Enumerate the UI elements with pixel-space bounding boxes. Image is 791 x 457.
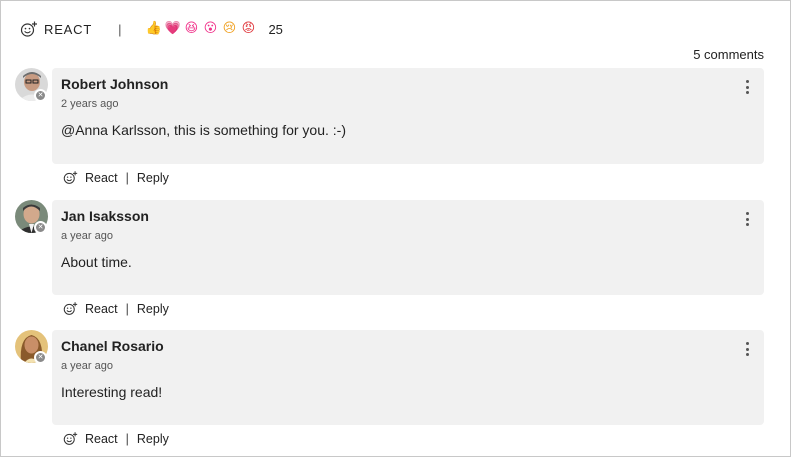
divider: | (125, 301, 129, 316)
status-badge: ✕ (34, 351, 47, 364)
reply-link[interactable]: Reply (137, 432, 169, 446)
reaction-bar: REACT | 👍 💗 😆 😮 😢 😡 25 (20, 18, 283, 40)
divider: | (118, 21, 122, 37)
sad-icon: 😢 (222, 21, 237, 36)
angry-icon: 😡 (241, 21, 256, 36)
divider: | (125, 170, 129, 185)
comment-bubble: Jan Isaksson a year ago About time. (52, 200, 764, 295)
comment-timestamp: 2 years ago (61, 98, 119, 110)
comment-bubble: Robert Johnson 2 years ago @Anna Karlsso… (52, 68, 764, 164)
comment-timestamp: a year ago (61, 360, 113, 372)
react-link[interactable]: React (85, 302, 118, 316)
comment-author[interactable]: Chanel Rosario (61, 338, 164, 354)
react-label: REACT (44, 21, 93, 37)
divider: | (125, 431, 129, 446)
comment-actions: React | Reply (63, 301, 169, 316)
reply-link[interactable]: Reply (137, 171, 169, 185)
more-options-icon[interactable] (744, 342, 750, 356)
thumbs-up-icon: 👍 (145, 21, 162, 36)
reaction-count: 25 (268, 21, 283, 37)
reply-link[interactable]: Reply (137, 302, 169, 316)
comment-text: @Anna Karlsson, this is something for yo… (61, 122, 346, 138)
comment-author[interactable]: Jan Isaksson (61, 208, 149, 224)
status-badge: ✕ (34, 221, 47, 234)
comment-bubble: Chanel Rosario a year ago Interesting re… (52, 330, 764, 425)
laughing-icon: 😆 (184, 21, 199, 36)
heart-icon: 💗 (164, 21, 181, 36)
comment-actions: React | Reply (63, 170, 169, 185)
surprised-icon: 😮 (203, 21, 218, 36)
comment-timestamp: a year ago (61, 230, 113, 242)
status-badge: ✕ (34, 89, 47, 102)
react-button[interactable]: REACT (20, 20, 92, 38)
comment-text: About time. (61, 254, 132, 270)
add-reaction-icon (63, 432, 78, 445)
more-options-icon[interactable] (744, 80, 750, 94)
react-link[interactable]: React (85, 171, 118, 185)
reaction-summary[interactable]: 👍 💗 😆 😮 😢 😡 (145, 20, 259, 38)
add-reaction-icon (63, 302, 78, 315)
comment-text: Interesting read! (61, 384, 163, 400)
react-link[interactable]: React (85, 432, 118, 446)
add-reaction-icon (63, 171, 78, 184)
more-options-icon[interactable] (744, 212, 750, 226)
comment-author[interactable]: Robert Johnson (61, 76, 168, 92)
comments-count: 5 comments (693, 47, 764, 62)
comment-actions: React | Reply (63, 431, 169, 446)
add-reaction-icon (20, 21, 37, 37)
